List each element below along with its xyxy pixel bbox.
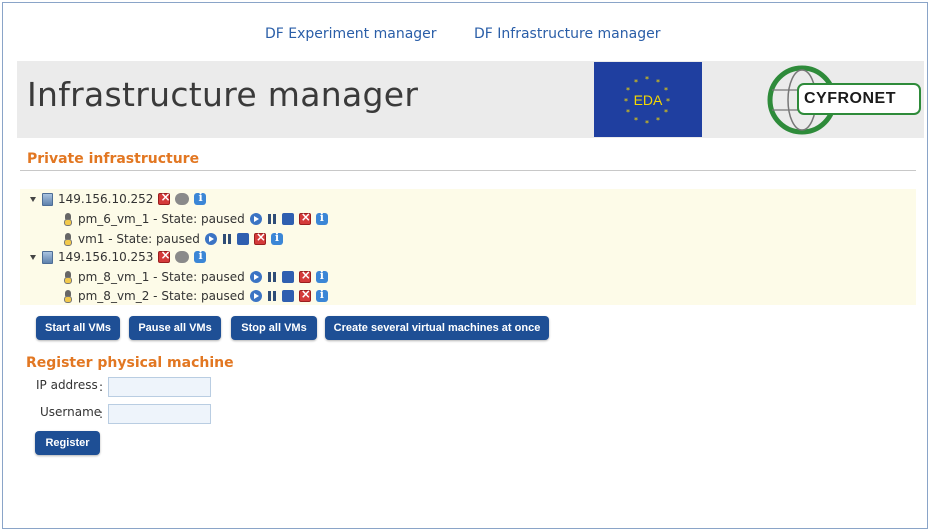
vnc-icon[interactable]: [175, 251, 190, 263]
nav-infrastructure-manager-link[interactable]: DF Infrastructure manager: [474, 26, 660, 42]
start-all-vms-button[interactable]: Start all VMs: [36, 316, 120, 340]
vm-label: pm_8_vm_2 - State: paused: [78, 289, 245, 303]
header-banner: Infrastructure manager * * * * * * * * * * * * E…: [17, 61, 924, 138]
collapse-arrow-icon[interactable]: [30, 254, 36, 260]
vnc-icon[interactable]: [175, 193, 190, 205]
pause-icon[interactable]: [267, 290, 277, 302]
register-heading: Register physical machine: [26, 355, 234, 371]
linux-vm-icon: [64, 212, 72, 226]
tree-vm-row[interactable]: pm_8_vm_2 - State: paused: [64, 287, 328, 305]
svg-text:*: *: [626, 108, 630, 117]
page-title: Infrastructure manager: [27, 75, 419, 114]
tree-host-row[interactable]: 149.156.10.252: [30, 190, 207, 208]
linux-vm-icon: [64, 232, 72, 246]
stop-all-vms-button[interactable]: Stop all VMs: [231, 316, 317, 340]
cyfronet-logo-text: CYFRONET: [804, 90, 896, 107]
register-button[interactable]: Register: [35, 431, 100, 455]
section-divider: [20, 170, 916, 171]
svg-text:*: *: [656, 78, 660, 87]
vm-label: pm_6_vm_1 - State: paused: [78, 212, 245, 226]
svg-text:*: *: [645, 119, 649, 128]
delete-icon[interactable]: [298, 210, 311, 225]
play-icon[interactable]: [204, 233, 217, 245]
cyfronet-logo: CYFRONET: [764, 64, 924, 136]
server-icon: [42, 192, 53, 206]
eda-logo-text: EDA: [633, 92, 663, 108]
delete-icon[interactable]: [298, 287, 311, 302]
stop-icon[interactable]: [281, 290, 294, 302]
pause-icon[interactable]: [222, 233, 232, 245]
pause-icon[interactable]: [267, 271, 277, 283]
delete-icon[interactable]: [298, 268, 311, 283]
infrastructure-tree: 149.156.10.252 pm_6_vm_1 - State: paused…: [20, 189, 916, 305]
stop-icon[interactable]: [281, 271, 294, 283]
host-address: 149.156.10.253: [58, 250, 154, 264]
info-icon[interactable]: [194, 191, 207, 205]
host-address: 149.156.10.252: [58, 192, 154, 206]
play-icon[interactable]: [249, 271, 262, 283]
svg-text:*: *: [664, 108, 668, 117]
info-icon[interactable]: [194, 249, 207, 263]
play-icon[interactable]: [249, 290, 262, 302]
top-navigation: DF Experiment manager DF Infrastructure …: [0, 26, 932, 46]
svg-text:*: *: [634, 116, 638, 125]
play-icon[interactable]: [249, 213, 262, 225]
info-icon[interactable]: [315, 211, 328, 225]
ip-address-label: IP address: [36, 378, 98, 392]
collapse-arrow-icon[interactable]: [30, 196, 36, 202]
delete-icon[interactable]: [253, 230, 266, 245]
svg-text:*: *: [645, 75, 649, 84]
create-several-vms-button[interactable]: Create several virtual machines at once: [325, 316, 549, 340]
username-input[interactable]: [108, 404, 211, 424]
delete-icon[interactable]: [158, 190, 171, 205]
tree-vm-row[interactable]: pm_6_vm_1 - State: paused: [64, 210, 328, 228]
tree-vm-row[interactable]: vm1 - State: paused: [64, 230, 283, 248]
linux-vm-icon: [64, 289, 72, 303]
vm-label: pm_8_vm_1 - State: paused: [78, 270, 245, 284]
svg-text:*: *: [634, 78, 638, 87]
info-icon[interactable]: [270, 231, 283, 245]
nav-experiment-manager-link[interactable]: DF Experiment manager: [265, 26, 437, 42]
pause-icon[interactable]: [267, 213, 277, 225]
pause-all-vms-button[interactable]: Pause all VMs: [129, 316, 221, 340]
tree-host-row[interactable]: 149.156.10.253: [30, 248, 207, 266]
tree-vm-row[interactable]: pm_8_vm_1 - State: paused: [64, 268, 328, 286]
stop-icon[interactable]: [281, 213, 294, 225]
delete-icon[interactable]: [158, 248, 171, 263]
server-icon: [42, 250, 53, 264]
ip-address-input[interactable]: [108, 377, 211, 397]
eda-logo: * * * * * * * * * * * * EDA: [594, 62, 702, 137]
svg-text:*: *: [656, 116, 660, 125]
vm-label: vm1 - State: paused: [78, 232, 200, 246]
info-icon[interactable]: [315, 288, 328, 302]
stop-icon[interactable]: [236, 233, 249, 245]
private-infrastructure-heading: Private infrastructure: [27, 151, 200, 167]
username-label: Username: [40, 405, 102, 419]
ip-address-colon: :: [99, 380, 104, 394]
linux-vm-icon: [64, 270, 72, 284]
username-colon: :: [99, 407, 104, 421]
info-icon[interactable]: [315, 269, 328, 283]
